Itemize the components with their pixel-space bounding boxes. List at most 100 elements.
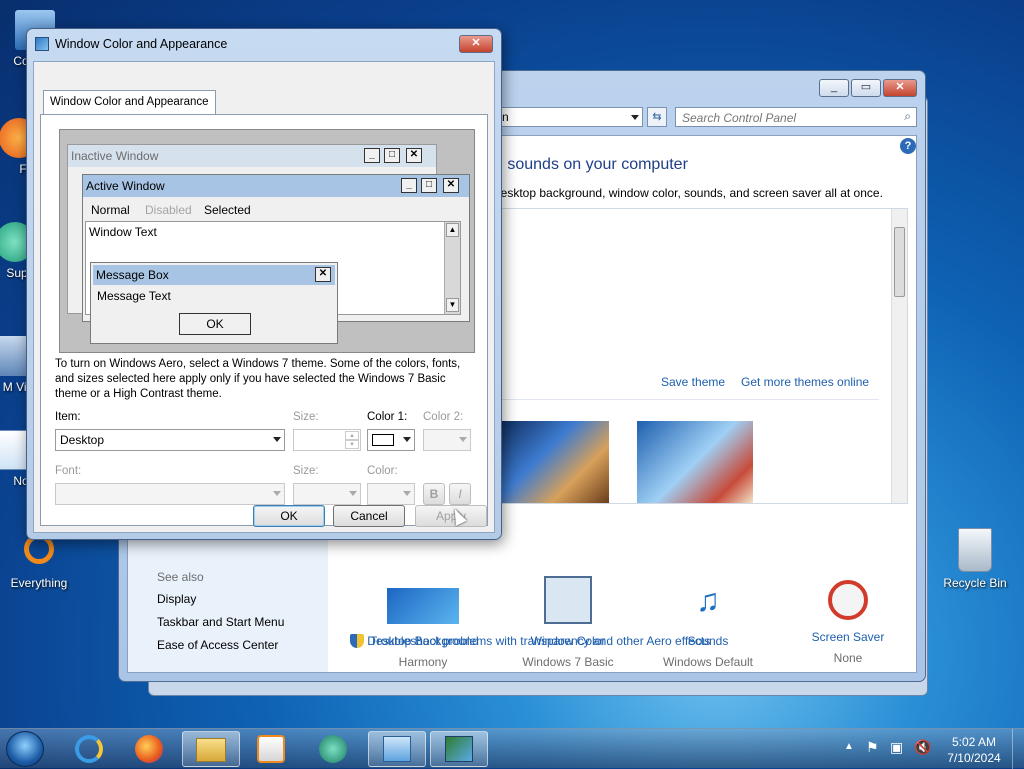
theme-scrollbar[interactable] — [891, 209, 907, 503]
firefox-icon — [135, 735, 163, 763]
chevron-down-icon — [459, 437, 467, 442]
menu-selected: Selected — [204, 203, 251, 217]
volume-muted-icon[interactable]: 🔇 — [914, 739, 931, 756]
desktop-background-icon — [387, 588, 459, 624]
shield-icon — [350, 634, 364, 648]
sounds-icon: ♫ — [696, 582, 720, 618]
italic-button[interactable]: I — [449, 483, 471, 505]
refresh-button[interactable]: ⇆ — [647, 107, 667, 127]
help-icon[interactable]: ? — [900, 138, 916, 154]
setting-desktop-background[interactable]: Desktop Background Harmony — [358, 588, 488, 669]
save-theme-link[interactable]: Save theme — [661, 375, 725, 389]
tab-panel: Inactive Window _ □ ✕ Active Window _ □ … — [40, 114, 488, 526]
inactive-title-text: Inactive Window — [71, 149, 159, 163]
close-button[interactable]: ✕ — [883, 79, 917, 97]
maximize-icon: □ — [384, 148, 400, 163]
desktop-icon-recycle-bin[interactable]: Recycle Bin — [940, 528, 1010, 590]
screen-saver-icon — [828, 580, 868, 620]
see-also-heading: See also — [157, 570, 204, 584]
minimize-button[interactable]: _ — [819, 79, 849, 97]
theme-thumbnail-nature[interactable] — [637, 421, 753, 503]
personalization-icon — [445, 736, 473, 762]
font-select[interactable] — [55, 483, 285, 505]
font-color-picker[interactable] — [367, 483, 415, 505]
taskbar: ▲ ⚑ ▣ 🔇 5:02 AM 7/10/2024 — [0, 728, 1024, 769]
font-color-label: Color: — [367, 465, 398, 477]
scroll-thumb[interactable] — [894, 227, 905, 297]
setting-sounds[interactable]: ♫ Sounds Windows Default — [638, 582, 778, 669]
color-swatch — [372, 434, 394, 446]
search-icon: ⌕ — [904, 109, 911, 123]
setting-window-color[interactable]: Window Color Windows 7 Basic — [498, 576, 638, 669]
scroll-down-arrow: ▼ — [446, 298, 459, 312]
close-icon: ✕ — [443, 178, 459, 193]
divider — [495, 399, 879, 400]
taskbar-app-green[interactable] — [304, 731, 362, 767]
tab-window-color[interactable]: Window Color and Appearance — [43, 90, 216, 114]
chevron-down-icon — [403, 437, 411, 442]
setting-value: None — [833, 651, 863, 665]
taskbar-media-player[interactable] — [242, 731, 300, 767]
scroll-up-arrow: ▲ — [446, 223, 459, 237]
color1-picker[interactable] — [367, 429, 415, 451]
chevron-down-icon — [631, 115, 639, 120]
size-spinner[interactable]: ▲ ▼ — [293, 429, 361, 451]
cancel-button[interactable]: Cancel — [333, 505, 405, 527]
color2-picker[interactable] — [423, 429, 471, 451]
taskbar-explorer[interactable] — [182, 731, 240, 767]
setting-title: Screen Saver — [811, 630, 885, 644]
setting-value: Windows 7 Basic — [522, 655, 614, 669]
clock-time[interactable]: 5:02 AM — [944, 735, 1004, 749]
color1-label: Color 1: — [367, 411, 408, 423]
item-label: Item: — [55, 411, 81, 423]
folder-icon — [196, 738, 226, 762]
link-taskbar[interactable]: Taskbar and Start Menu — [157, 615, 284, 629]
inactive-title-bar: Inactive Window _ □ ✕ — [68, 145, 436, 167]
network-icon[interactable]: ▣ — [890, 739, 903, 756]
search-input[interactable]: Search Control Panel ⌕ — [675, 107, 917, 127]
active-title-bar: Active Window _ □ ✕ — [83, 175, 469, 197]
show-hidden-icons[interactable]: ▲ — [844, 741, 854, 752]
maximize-button[interactable]: ▭ — [851, 79, 881, 97]
preview-ok-button: OK — [179, 313, 251, 335]
desktop-icon-label: Recycle Bin — [943, 576, 1007, 590]
taskbar-ie[interactable] — [60, 731, 118, 767]
media-player-icon — [257, 735, 285, 763]
bold-button[interactable]: B — [423, 483, 445, 505]
page-subheading: desktop background, window color, sounds… — [494, 186, 883, 200]
taskbar-personalization[interactable] — [430, 731, 488, 767]
troubleshoot-link[interactable]: Troubleshoot problems with transparency … — [370, 634, 710, 648]
ok-button[interactable]: OK — [253, 505, 325, 527]
item-select[interactable]: Desktop — [55, 429, 285, 451]
theme-thumbnail-harmony[interactable] — [499, 421, 609, 503]
window-text: Window Text — [89, 225, 157, 239]
active-title-text: Active Window — [86, 179, 165, 193]
font-size-select[interactable] — [293, 483, 361, 505]
desktop-icon-everything[interactable]: Everything — [4, 534, 74, 590]
get-more-themes-link[interactable]: Get more themes online — [741, 375, 869, 389]
setting-value: Windows Default — [662, 655, 754, 669]
setting-screen-saver[interactable]: Screen Saver None — [778, 580, 918, 665]
chevron-down-icon — [349, 491, 357, 496]
preview-message-box[interactable]: Message Box ✕ Message Text OK — [90, 262, 338, 344]
chevron-down-icon — [403, 491, 411, 496]
recycle-bin-icon — [958, 528, 992, 572]
link-ease-of-access[interactable]: Ease of Access Center — [157, 638, 278, 652]
address-bar[interactable]: n — [497, 107, 643, 127]
setting-value: Harmony — [398, 655, 448, 669]
show-desktop-button[interactable] — [1012, 729, 1024, 769]
taskbar-firefox[interactable] — [120, 731, 178, 767]
dialog-close-button[interactable]: ✕ — [459, 35, 493, 53]
close-icon: ✕ — [406, 148, 422, 163]
color2-label: Color 2: — [423, 411, 464, 423]
start-button[interactable] — [6, 731, 44, 767]
flag-icon[interactable]: ⚑ — [866, 739, 879, 756]
message-box-title: Message Box — [96, 268, 169, 282]
font-label: Font: — [55, 465, 82, 477]
link-display[interactable]: Display — [157, 592, 196, 606]
spin-up-icon: ▲ — [345, 431, 359, 440]
control-panel-icon — [383, 736, 411, 762]
taskbar-control-panel[interactable] — [368, 731, 426, 767]
clock-date[interactable]: 7/10/2024 — [944, 751, 1004, 765]
menu-normal: Normal — [91, 203, 130, 217]
